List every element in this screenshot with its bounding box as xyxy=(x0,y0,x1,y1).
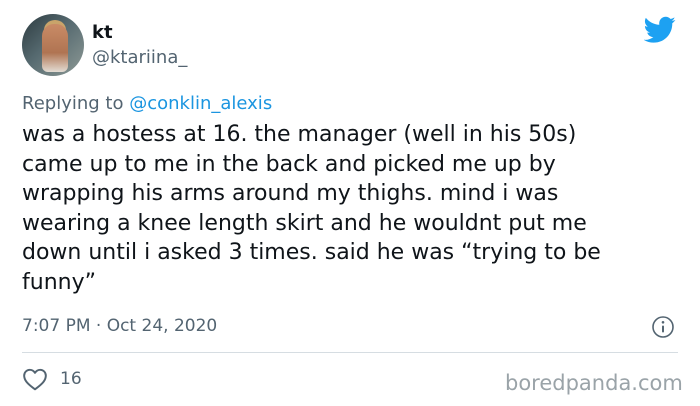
author-display-name[interactable]: kt xyxy=(92,22,113,43)
tweet-card: kt @ktariina_ Replying to @conklin_alexi… xyxy=(0,0,700,406)
reply-mention-link[interactable]: @conklin_alexis xyxy=(129,93,272,114)
tweet-text-line: funny” xyxy=(22,269,96,295)
heart-icon[interactable] xyxy=(22,367,48,391)
divider xyxy=(22,352,678,353)
tweet-text-line: was a hostess at 16. the manager (well i… xyxy=(22,122,577,147)
author-handle[interactable]: @ktariina_ xyxy=(92,47,187,68)
tweet-text-line: down until i asked 3 times. said he was … xyxy=(22,240,601,265)
tweet-text-line: wrapping his arms around my thighs. mind… xyxy=(22,181,559,206)
tweet-timestamp[interactable]: 7:07 PM · Oct 24, 2020 xyxy=(22,316,217,336)
avatar[interactable] xyxy=(22,14,84,76)
tweet-text-line: came up to me in the back and picked me … xyxy=(22,151,556,177)
tweet-text-line: wearing a knee length skirt and he would… xyxy=(22,210,587,236)
twitter-bird-icon xyxy=(644,16,676,43)
tweet-text: was a hostess at 16. the manager (well i… xyxy=(22,120,682,297)
like-count: 16 xyxy=(60,369,82,389)
info-icon[interactable] xyxy=(651,315,675,339)
watermark: boredpanda.com xyxy=(505,371,683,395)
replying-to-label: Replying to xyxy=(22,93,124,114)
replying-to-line: Replying to @conklin_alexis xyxy=(22,93,272,114)
avatar-figure xyxy=(42,24,68,72)
